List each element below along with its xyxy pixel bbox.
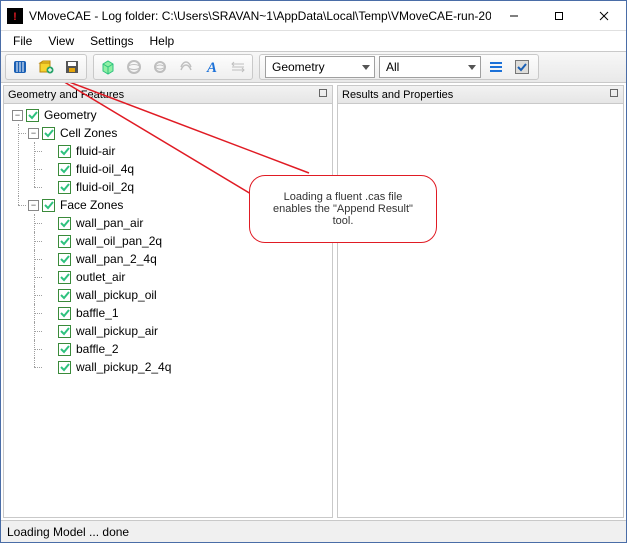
left-panel: Geometry and Features − Geometry [3,85,333,518]
tree-label: wall_pan_2_4q [74,252,159,266]
checkbox-icon[interactable] [42,199,55,212]
app-icon: ! [7,8,23,24]
panel-menu-icon[interactable] [318,88,328,101]
close-button[interactable] [581,1,626,30]
checkbox-icon[interactable] [58,361,71,374]
app-window: ! VMoveCAE - Log folder: C:\Users\SRAVAN… [0,0,627,543]
tree-label: baffle_1 [74,306,121,320]
tree-leaf[interactable]: outlet_air [44,268,328,286]
tree-leaf[interactable]: wall_pan_2_4q [44,250,328,268]
right-panel: Results and Properties [337,85,624,518]
left-panel-body[interactable]: − Geometry − Cell Zones [4,104,332,517]
tree-label: fluid-oil_2q [74,180,136,194]
checkbox-icon[interactable] [58,253,71,266]
cube-view-button[interactable] [96,56,120,78]
tree-label: wall_pickup_oil [74,288,159,302]
tree-label: wall_oil_pan_2q [74,234,164,248]
tree-node-cell-zones[interactable]: − Cell Zones [28,124,328,142]
checkbox-icon[interactable] [58,271,71,284]
tree-label: Cell Zones [58,126,119,140]
toolbar: A Geometry All [1,51,626,83]
checkbox-icon[interactable] [58,163,71,176]
right-panel-header: Results and Properties [338,86,623,104]
checkbox-icon[interactable] [58,181,71,194]
expander-icon[interactable]: − [12,110,23,121]
disabled-tool-3 [174,56,198,78]
disabled-tool-4 [226,56,250,78]
toolbar-group-filter: Geometry All [259,54,539,80]
tree-leaf[interactable]: fluid-oil_2q [44,178,328,196]
checkbox-icon[interactable] [58,289,71,302]
toolbar-group-file [5,54,87,80]
tree-leaf[interactable]: wall_pan_air [44,214,328,232]
tree-label: wall_pan_air [74,216,145,230]
window-controls [491,1,626,30]
tree-leaf[interactable]: wall_pickup_oil [44,286,328,304]
tree-node-geometry[interactable]: − Geometry [12,106,328,124]
save-button[interactable] [60,56,84,78]
menu-help[interactable]: Help [142,32,183,50]
svg-text:!: ! [13,11,17,22]
chevron-down-icon [362,60,370,74]
tree-label: Face Zones [58,198,125,212]
minimize-button[interactable] [491,1,536,30]
left-panel-title: Geometry and Features [8,89,318,101]
tree-label: fluid-air [74,144,117,158]
check-toggle-button[interactable] [510,56,534,78]
menu-file[interactable]: File [5,32,40,50]
all-dropdown-label: All [386,60,462,74]
tree-leaf[interactable]: wall_pickup_air [44,322,328,340]
tree-label: wall_pickup_2_4q [74,360,173,374]
right-panel-body[interactable] [338,104,623,517]
tree-label: outlet_air [74,270,127,284]
toolbar-group-view: A [93,54,253,80]
titlebar: ! VMoveCAE - Log folder: C:\Users\SRAVAN… [1,1,626,31]
right-panel-title: Results and Properties [342,89,609,101]
status-text: Loading Model ... done [7,525,129,539]
maximize-button[interactable] [536,1,581,30]
left-panel-header: Geometry and Features [4,86,332,104]
checkbox-icon[interactable] [58,343,71,356]
tree-leaf[interactable]: fluid-oil_4q [44,160,328,178]
list-toggle-button[interactable] [484,56,508,78]
expander-icon[interactable]: − [28,200,39,211]
checkbox-icon[interactable] [42,127,55,140]
disabled-tool-1 [122,56,146,78]
checkbox-icon[interactable] [58,145,71,158]
all-dropdown[interactable]: All [379,56,481,78]
chevron-down-icon [468,60,476,74]
tree-node-face-zones[interactable]: − Face Zones [28,196,328,214]
tree-leaf[interactable]: wall_oil_pan_2q [44,232,328,250]
checkbox-icon[interactable] [58,217,71,230]
tree-label: wall_pickup_air [74,324,160,338]
geometry-tree[interactable]: − Geometry − Cell Zones [8,106,328,376]
geometry-dropdown[interactable]: Geometry [265,56,375,78]
svg-text:A: A [206,60,217,76]
disabled-tool-2 [148,56,172,78]
geometry-dropdown-label: Geometry [272,60,356,74]
main-area: Geometry and Features − Geometry [1,83,626,520]
tree-label: fluid-oil_4q [74,162,136,176]
window-title: VMoveCAE - Log folder: C:\Users\SRAVAN~1… [29,9,491,23]
menubar: File View Settings Help [1,31,626,51]
checkbox-icon[interactable] [58,307,71,320]
tree-label: baffle_2 [74,342,121,356]
text-annotation-button[interactable]: A [200,56,224,78]
menu-view[interactable]: View [40,32,82,50]
checkbox-icon[interactable] [58,235,71,248]
tree-label: Geometry [42,108,99,122]
tree-leaf[interactable]: baffle_1 [44,304,328,322]
checkbox-icon[interactable] [26,109,39,122]
tree-leaf[interactable]: wall_pickup_2_4q [44,358,328,376]
checkbox-icon[interactable] [58,325,71,338]
expander-icon[interactable]: − [28,128,39,139]
statusbar: Loading Model ... done [1,520,626,542]
tree-leaf[interactable]: fluid-air [44,142,328,160]
append-result-button[interactable] [34,56,58,78]
menu-settings[interactable]: Settings [82,32,141,50]
tree-leaf[interactable]: baffle_2 [44,340,328,358]
panel-menu-icon[interactable] [609,88,619,101]
open-file-button[interactable] [8,56,32,78]
